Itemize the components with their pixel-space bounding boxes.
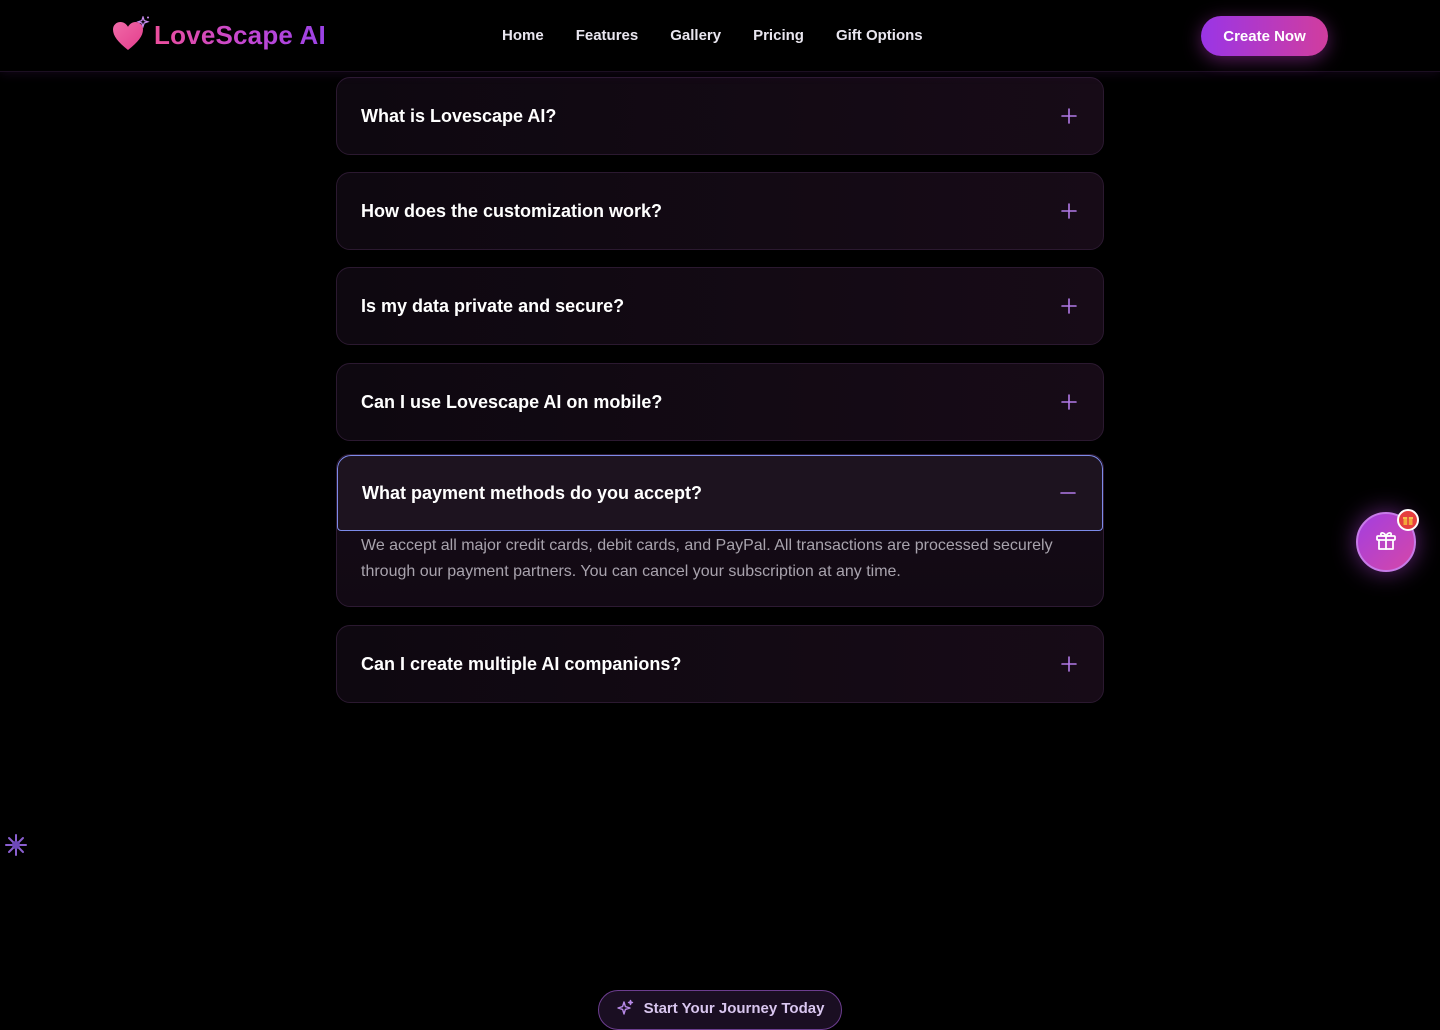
plus-icon bbox=[1059, 201, 1079, 221]
faq-question-button[interactable]: Can I create multiple AI companions? bbox=[337, 626, 1103, 702]
nav-home[interactable]: Home bbox=[502, 24, 544, 48]
brand[interactable]: LoveScape AI bbox=[112, 16, 326, 54]
faq-question-button[interactable]: What is Lovescape AI? bbox=[337, 78, 1103, 154]
faq-question: Is my data private and secure? bbox=[361, 295, 625, 316]
start-journey-label: Start Your Journey Today bbox=[643, 1000, 825, 1017]
faq-item: Is my data private and secure? bbox=[336, 267, 1104, 345]
plus-icon bbox=[1059, 106, 1079, 126]
start-journey-button[interactable]: Start Your Journey Today bbox=[598, 990, 842, 1030]
brand-name: LoveScape AI bbox=[154, 16, 326, 54]
faq-question: Can I create multiple AI companions? bbox=[361, 653, 682, 674]
faq-question: How does the customization work? bbox=[361, 200, 663, 221]
plus-icon bbox=[1059, 654, 1079, 674]
faq-item: Can I use Lovescape AI on mobile? bbox=[336, 363, 1104, 441]
sparkle-icon bbox=[616, 999, 634, 1022]
gift-emoji-icon bbox=[1397, 509, 1419, 531]
faq-question: What is Lovescape AI? bbox=[361, 105, 557, 126]
faq-question-button[interactable]: Is my data private and secure? bbox=[337, 268, 1103, 344]
faq-question: What payment methods do you accept? bbox=[362, 482, 703, 503]
create-now-button[interactable]: Create Now bbox=[1201, 16, 1328, 56]
faq-item: How does the customization work? bbox=[336, 172, 1104, 250]
faq-question-button[interactable]: How does the customization work? bbox=[337, 173, 1103, 249]
nav-features[interactable]: Features bbox=[576, 24, 639, 48]
nav-pricing[interactable]: Pricing bbox=[753, 24, 804, 48]
gift-icon bbox=[1374, 528, 1398, 557]
faq-item: Can I create multiple AI companions? bbox=[336, 625, 1104, 703]
faq-item: What is Lovescape AI? bbox=[336, 77, 1104, 155]
faq-question: Can I use Lovescape AI on mobile? bbox=[361, 391, 663, 412]
minus-icon bbox=[1058, 483, 1078, 503]
heart-sparkle-icon bbox=[112, 16, 150, 54]
top-navbar: LoveScape AI Home Features Gallery Prici… bbox=[0, 0, 1440, 72]
nav-gallery[interactable]: Gallery bbox=[670, 24, 721, 48]
faq-item-expanded: What payment methods do you accept? We a… bbox=[336, 454, 1104, 607]
main-nav: Home Features Gallery Pricing Gift Optio… bbox=[502, 24, 923, 48]
faq-question-button[interactable]: Can I use Lovescape AI on mobile? bbox=[337, 364, 1103, 440]
faq-question-button[interactable]: What payment methods do you accept? bbox=[337, 455, 1103, 531]
plus-icon bbox=[1059, 296, 1079, 316]
nav-gift-options[interactable]: Gift Options bbox=[836, 24, 923, 48]
sparkle-decoration-icon bbox=[3, 832, 29, 858]
plus-icon bbox=[1059, 392, 1079, 412]
faq-answer: We accept all major credit cards, debit … bbox=[361, 537, 1053, 580]
